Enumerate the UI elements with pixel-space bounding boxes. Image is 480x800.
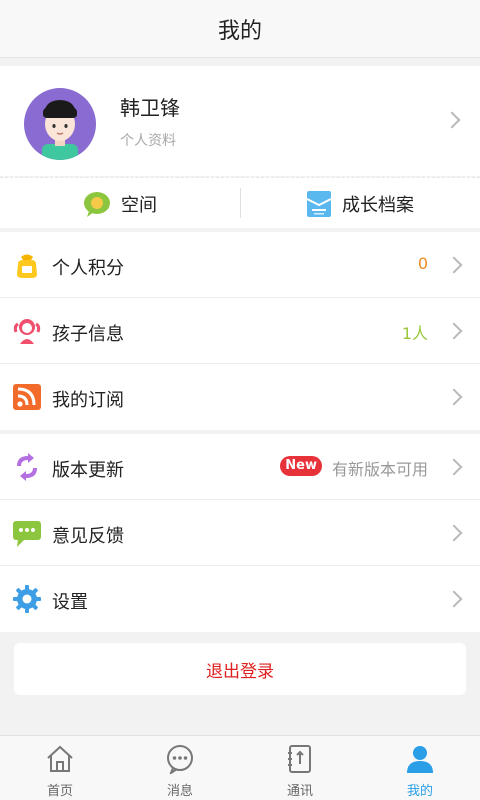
contacts-icon [288, 745, 311, 773]
chevron-right-icon [443, 111, 461, 129]
menu-item-label: 设置 [52, 592, 88, 613]
profile-subtitle: 个人资料 [120, 133, 176, 149]
profile-name: 韩卫锋 [120, 96, 180, 120]
update-status: 有新版本可用 [331, 460, 428, 479]
avatar [24, 88, 96, 160]
chevron-right-icon [445, 388, 463, 406]
menu-item-feedback[interactable]: 意见反馈 [0, 500, 480, 566]
menu-group-account: 个人积分 0 孩子信息 1人 我的订阅 [0, 232, 480, 430]
tab-home[interactable]: 首页 [0, 736, 120, 800]
refresh-icon [17, 453, 37, 481]
children-count: 1人 [401, 324, 428, 343]
menu-item-label: 意见反馈 [52, 526, 124, 547]
growth-record-icon [306, 190, 332, 217]
tab-label: 我的 [406, 784, 433, 799]
tab-label: 消息 [166, 784, 193, 799]
chevron-right-icon [445, 256, 463, 274]
person-icon [407, 746, 433, 773]
tab-label: 首页 [46, 784, 73, 799]
profile-card[interactable]: 韩卫锋 个人资料 [0, 66, 480, 176]
rss-icon [13, 384, 41, 410]
chevron-right-icon [445, 458, 463, 476]
space-icon [84, 191, 110, 217]
chevron-right-icon [445, 590, 463, 608]
menu-item-points[interactable]: 个人积分 0 [0, 232, 480, 298]
menu-item-label: 版本更新 [52, 460, 124, 481]
points-value: 0 [417, 254, 428, 273]
page-title: 我的 [217, 18, 262, 44]
top-bar: 我的 [0, 0, 480, 58]
menu-item-label: 我的订阅 [52, 390, 124, 411]
tab-messages[interactable]: 消息 [120, 736, 240, 800]
chevron-right-icon [445, 322, 463, 340]
home-icon [47, 745, 73, 772]
menu-item-version-update[interactable]: 版本更新 New 有新版本可用 [0, 434, 480, 500]
menu-item-children[interactable]: 孩子信息 1人 [0, 298, 480, 364]
logout-label: 退出登录 [206, 661, 274, 682]
feedback-icon [13, 521, 41, 547]
logout-button[interactable]: 退出登录 [14, 643, 466, 695]
tab-mine[interactable]: 我的 [360, 736, 480, 800]
space-button[interactable]: 空间 [0, 178, 240, 229]
quick-links: 空间 成长档案 [0, 177, 480, 228]
growth-record-label: 成长档案 [342, 194, 414, 216]
menu-item-label: 孩子信息 [52, 324, 124, 345]
points-bag-icon [17, 254, 37, 278]
chat-icon [167, 745, 193, 774]
menu-item-subscription[interactable]: 我的订阅 [0, 364, 480, 430]
child-icon [13, 319, 41, 344]
space-label: 空间 [121, 194, 157, 216]
growth-record-button[interactable]: 成长档案 [240, 178, 480, 229]
tab-label: 通讯 [286, 784, 313, 799]
chevron-right-icon [445, 524, 463, 542]
menu-item-label: 个人积分 [52, 258, 124, 279]
tab-contacts[interactable]: 通讯 [240, 736, 360, 800]
new-badge: New [280, 456, 322, 476]
menu-item-settings[interactable]: 设置 [0, 566, 480, 632]
avatar-illustration-icon [42, 100, 78, 160]
menu-group-system: 版本更新 New 有新版本可用 意见反馈 设置 [0, 434, 480, 632]
gear-icon [13, 585, 41, 613]
bottom-tab-bar: 首页 消息 通讯 我的 [0, 735, 480, 800]
